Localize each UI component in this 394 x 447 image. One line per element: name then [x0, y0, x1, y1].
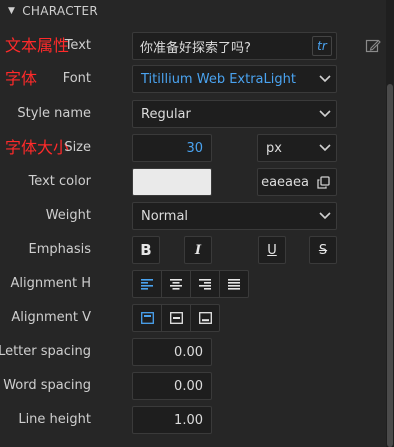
align-bottom-button[interactable]: [191, 305, 219, 331]
alignment-h-group: [132, 270, 249, 298]
translate-button[interactable]: tr: [312, 36, 332, 56]
alignment-v-group: [132, 304, 220, 332]
style-name-select[interactable]: Regular: [132, 100, 337, 128]
underline-button[interactable]: U: [258, 236, 286, 264]
letter-spacing-input[interactable]: 0.00: [132, 338, 212, 366]
align-top-button[interactable]: [133, 305, 162, 331]
chevron-down-icon: [314, 73, 336, 86]
scrollbar-thumb[interactable]: [387, 84, 393, 447]
edit-icon[interactable]: [365, 38, 381, 54]
annotation-text: 文本属性: [5, 36, 70, 55]
chevron-down-icon: [314, 210, 336, 223]
chevron-down-icon: [314, 108, 336, 121]
align-right-icon: [199, 278, 211, 290]
copy-icon[interactable]: [317, 175, 330, 189]
color-hex-input[interactable]: eaeaea: [257, 168, 337, 196]
align-bottom-icon: [198, 312, 212, 324]
size-unit-value: px: [266, 140, 282, 156]
style-name-label: Style name: [17, 106, 91, 121]
text-color-label: Text color: [28, 174, 91, 189]
section-title: CHARACTER: [22, 4, 99, 18]
align-center-icon: [170, 278, 182, 290]
size-input[interactable]: 30: [132, 134, 212, 162]
weight-value: Normal: [141, 208, 189, 224]
weight-label: Weight: [45, 208, 91, 223]
text-input[interactable]: 你准备好探索了吗? tr: [132, 32, 337, 60]
line-height-input[interactable]: 1.00: [132, 406, 212, 434]
collapse-triangle-icon[interactable]: ▼: [8, 6, 15, 16]
size-unit-select[interactable]: px: [257, 134, 337, 162]
font-label: Font: [62, 71, 91, 86]
alignment-h-label: Alignment H: [10, 276, 91, 291]
annotation-size: 字体大小: [5, 138, 70, 157]
text-value: 你准备好探索了吗?: [140, 40, 251, 56]
align-middle-icon: [169, 312, 183, 324]
chevron-down-icon: [314, 142, 336, 155]
alignment-v-label: Alignment V: [11, 310, 91, 325]
align-middle-button[interactable]: [162, 305, 191, 331]
word-spacing-input[interactable]: 0.00: [132, 372, 212, 400]
text-label: Text: [64, 38, 91, 53]
font-value: Titillium Web ExtraLight: [141, 71, 296, 87]
color-swatch[interactable]: [132, 168, 212, 196]
align-top-icon: [140, 312, 154, 324]
color-hex-value: eaeaea: [261, 174, 309, 190]
emphasis-label: Emphasis: [28, 242, 92, 257]
scrollbar[interactable]: [386, 0, 394, 447]
size-label: Size: [64, 140, 91, 155]
font-select[interactable]: Titillium Web ExtraLight: [132, 65, 337, 93]
weight-select[interactable]: Normal: [132, 202, 337, 230]
bold-button[interactable]: B: [132, 236, 160, 264]
strikethrough-button[interactable]: S: [309, 236, 337, 264]
annotation-font: 字体: [5, 69, 38, 88]
align-justify-icon: [228, 278, 240, 290]
italic-button[interactable]: I: [184, 236, 212, 264]
line-height-label: Line height: [18, 412, 91, 427]
style-name-value: Regular: [141, 106, 191, 122]
align-right-button[interactable]: [191, 271, 220, 297]
letter-spacing-label: Letter spacing: [0, 344, 91, 359]
section-header[interactable]: ▼ CHARACTER: [0, 0, 386, 22]
word-spacing-label: Word spacing: [3, 378, 91, 393]
align-justify-button[interactable]: [220, 271, 248, 297]
align-left-button[interactable]: [133, 271, 162, 297]
align-center-button[interactable]: [162, 271, 191, 297]
align-left-icon: [141, 278, 153, 290]
